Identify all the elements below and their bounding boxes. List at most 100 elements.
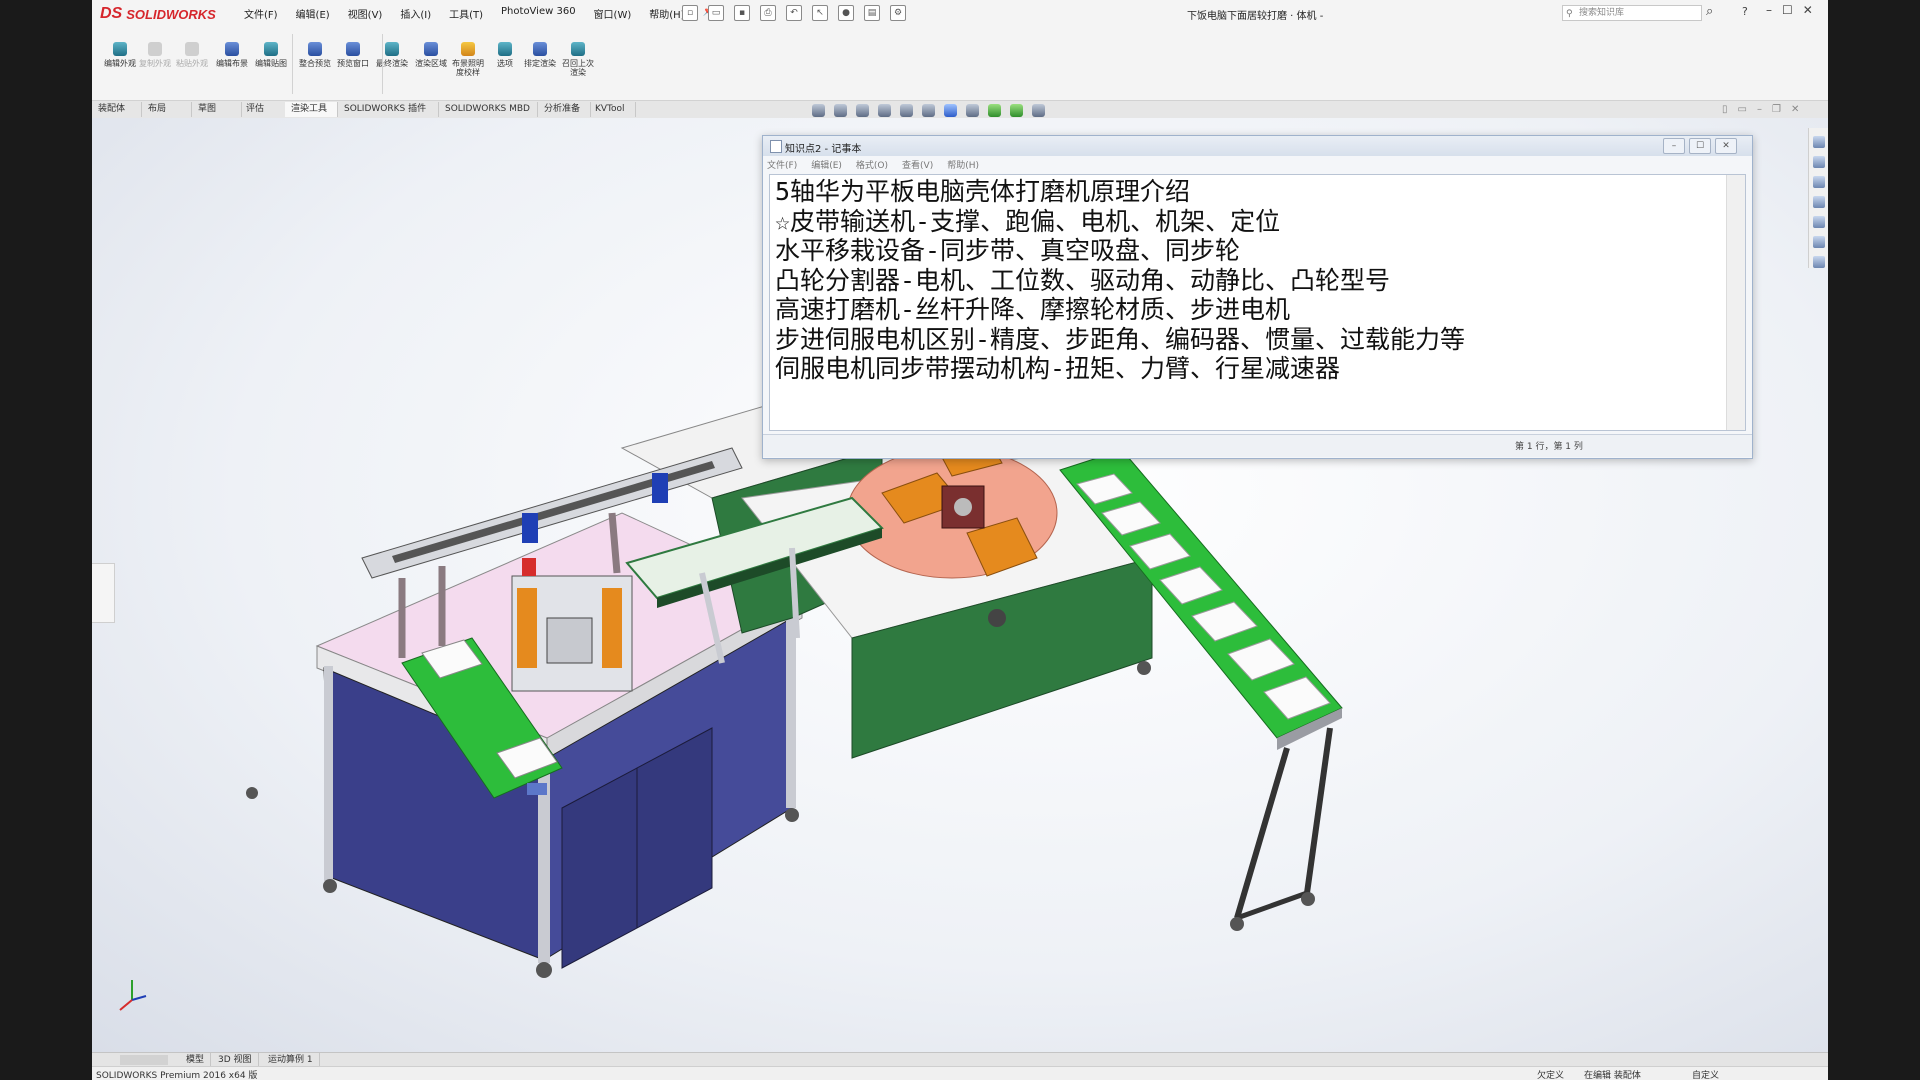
section-view-icon[interactable] (878, 104, 891, 117)
feature-tree-flyout-handle[interactable] (92, 563, 115, 623)
caster-foot (1301, 892, 1315, 906)
save-icon[interactable]: ▪ (734, 5, 750, 21)
menu-edit[interactable]: 编辑(E) (296, 6, 330, 21)
menu-tools[interactable]: 工具(T) (449, 6, 483, 21)
print-icon[interactable]: ⎙ (760, 5, 776, 21)
view-orientation-icon[interactable] (922, 104, 935, 117)
menu-insert[interactable]: 插入(I) (400, 6, 431, 21)
tab-layout[interactable]: 布局 (142, 102, 192, 117)
ribbon-button[interactable]: 渲染区域 (413, 42, 449, 68)
notepad-menu-format[interactable]: 格式(O) (856, 158, 888, 171)
edit-appearance-icon[interactable] (988, 104, 1001, 117)
ribbon-button[interactable]: 选项 (487, 42, 523, 68)
menu-help[interactable]: 帮助(H) (649, 6, 684, 21)
notepad-maximize-icon[interactable]: ☐ (1689, 138, 1711, 154)
ribbon-button-label: 布景照明度校样 (452, 59, 484, 77)
undo-icon[interactable]: ↶ (786, 5, 802, 21)
dynamic-annotation-icon[interactable] (900, 104, 913, 117)
open-icon[interactable]: ▭ (708, 5, 724, 21)
tab-render-tools[interactable]: 渲染工具 (285, 102, 338, 117)
new-icon[interactable]: ▫ (682, 5, 698, 21)
task-pane-forum-icon[interactable] (1813, 256, 1825, 268)
search-input[interactable]: ⚲ 搜索知识库 (1562, 5, 1702, 21)
task-pane-properties-icon[interactable] (1813, 236, 1825, 248)
select-icon[interactable]: ↖ (812, 5, 828, 21)
hide-show-items-icon[interactable] (966, 104, 979, 117)
notepad-menu-help[interactable]: 帮助(H) (947, 158, 979, 171)
previous-view-icon[interactable] (856, 104, 869, 117)
tab-assembly[interactable]: 装配体 (92, 102, 142, 117)
ribbon-button[interactable]: 布景照明度校样 (450, 42, 486, 77)
maximize-icon[interactable]: ☐ (1782, 3, 1793, 17)
ribbon-button[interactable]: 最终渲染 (374, 42, 410, 68)
notepad-title-bar[interactable]: 知识点2 - 记事本 – ☐ ✕ (763, 136, 1752, 156)
grinding-wheel-guard (602, 588, 622, 668)
tab-model[interactable]: 模型 (180, 1053, 212, 1067)
viewport-split-icon[interactable]: ▯ (1722, 104, 1728, 115)
task-pane-resources-icon[interactable] (1813, 156, 1825, 168)
notepad-vertical-scrollbar[interactable] (1726, 175, 1745, 430)
tab-kvtool[interactable]: KVTool (589, 102, 636, 117)
ribbon-button[interactable]: 编辑外观 (102, 42, 138, 68)
view-settings-icon[interactable] (1032, 104, 1045, 117)
ribbon-button[interactable]: 排定渲染 (522, 42, 558, 68)
ribbon-button[interactable]: 整合预览 (297, 42, 333, 68)
ribbon-button[interactable]: 召回上次渲染 (560, 42, 596, 77)
solidworks-logo[interactable]: DS SOLIDWORKS (100, 3, 216, 25)
tab-solidworks-addins[interactable]: SOLIDWORKS 插件 (338, 102, 439, 117)
task-pane-home-icon[interactable] (1813, 136, 1825, 148)
task-pane-explorer-icon[interactable] (1813, 196, 1825, 208)
file-properties-icon[interactable]: ▤ (864, 5, 880, 21)
menu-photoview[interactable]: PhotoView 360 (501, 6, 576, 21)
viewport-restore-icon[interactable]: ❐ (1772, 104, 1781, 115)
notepad-title: 知识点2 - 记事本 (785, 144, 862, 155)
zoom-to-area-icon[interactable] (834, 104, 847, 117)
notepad-text-area[interactable]: 5轴华为平板电脑壳体打磨机原理介绍 ☆皮带输送机-支撑、跑偏、电机、机架、定位 水平… (769, 174, 1746, 431)
quick-access-toolbar: ▫ ▭ ▪ ⎙ ↶ ↖ ● ▤ ⚙ (682, 5, 906, 21)
options-gear-icon[interactable]: ⚙ (890, 5, 906, 21)
tab-sketch[interactable]: 草图 (192, 102, 242, 117)
notepad-minimize-icon[interactable]: – (1663, 138, 1685, 154)
viewport-controls: ▯ ▭ – ❐ ✕ (1722, 104, 1799, 115)
ribbon-button-label: 召回上次渲染 (562, 59, 594, 77)
tab-evaluate[interactable]: 评估 (240, 102, 290, 117)
zoom-to-fit-icon[interactable] (812, 104, 825, 117)
viewport-tile-icon[interactable]: ▭ (1738, 104, 1747, 115)
menu-file[interactable]: 文件(F) (244, 6, 278, 21)
notepad-menu-view[interactable]: 查看(V) (902, 158, 933, 171)
notepad-icon (770, 140, 782, 153)
help-icon[interactable]: ? (1742, 5, 1748, 18)
notepad-close-icon[interactable]: ✕ (1715, 138, 1737, 154)
viewport-minimize-icon[interactable]: – (1757, 104, 1762, 115)
tab-analysis-prep[interactable]: 分析准备 (538, 102, 591, 117)
notepad-line: 水平移栽设备-同步带、真空吸盘、同步轮 (775, 236, 1241, 265)
search-icon[interactable]: ⌕ (1706, 4, 1713, 19)
tab-3d-views[interactable]: 3D 视图 (212, 1053, 259, 1067)
menu-window[interactable]: 窗口(W) (594, 6, 632, 21)
ribbon-button[interactable]: 预览窗口 (335, 42, 371, 68)
tab-motion-study[interactable]: 运动算例 1 (262, 1053, 320, 1067)
tab-scroll-arrows[interactable] (120, 1055, 168, 1065)
product-version: SOLIDWORKS Premium 2016 x64 版 (96, 1071, 258, 1080)
status-units[interactable]: 自定义 (1692, 1068, 1719, 1080)
ribbon-button[interactable]: 编辑布景 (214, 42, 250, 68)
display-style-icon[interactable] (944, 104, 957, 117)
notepad-menu-edit[interactable]: 编辑(E) (811, 158, 842, 171)
conveyor-leg (1304, 727, 1333, 894)
minimize-icon[interactable]: – (1766, 3, 1772, 17)
notepad-menu-file[interactable]: 文件(F) (767, 158, 797, 171)
close-icon[interactable]: ✕ (1803, 3, 1813, 17)
task-pane-appearances-icon[interactable] (1813, 216, 1825, 228)
notepad-line: 伺服电机同步带摆动机构-扭矩、力臂、行星减速器 (775, 354, 1341, 383)
menu-view[interactable]: 视图(V) (348, 6, 383, 21)
ribbon-button[interactable]: 粘贴外观 (174, 42, 210, 68)
tab-solidworks-mbd[interactable]: SOLIDWORKS MBD (439, 102, 538, 117)
gear-motor (988, 609, 1006, 627)
apply-scene-icon[interactable] (1010, 104, 1023, 117)
task-pane-library-icon[interactable] (1813, 176, 1825, 188)
ribbon-separator (292, 34, 293, 94)
viewport-close-icon[interactable]: ✕ (1791, 104, 1799, 115)
rebuild-icon[interactable]: ● (838, 5, 854, 21)
ribbon-button[interactable]: 复制外观 (137, 42, 173, 68)
ribbon-button[interactable]: 编辑贴图 (253, 42, 289, 68)
